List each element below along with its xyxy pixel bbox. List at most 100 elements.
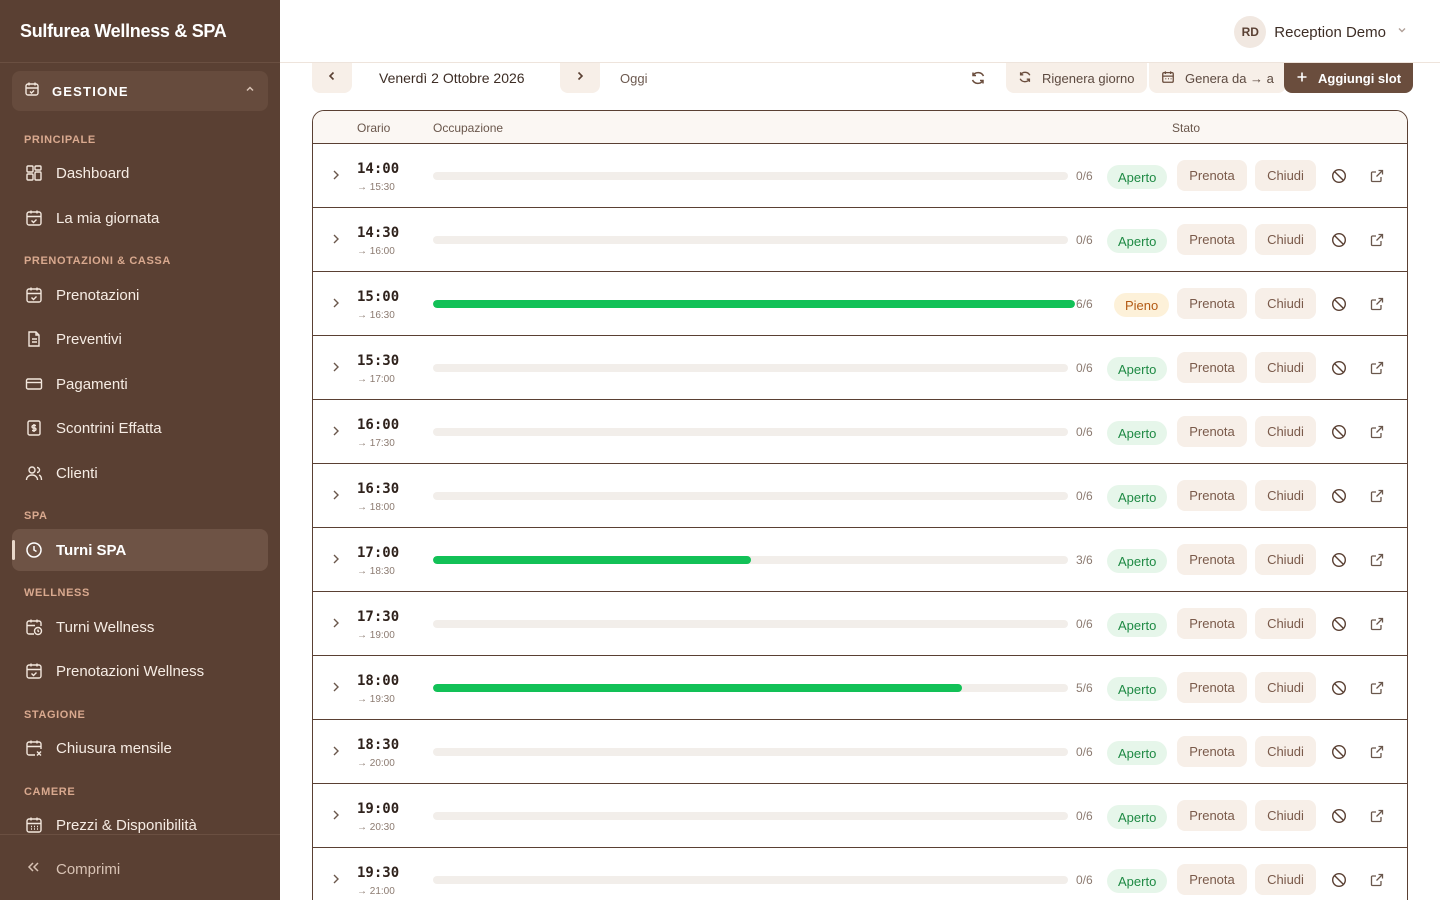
block-icon[interactable] bbox=[1329, 486, 1349, 506]
book-button[interactable]: Prenota bbox=[1177, 864, 1247, 895]
sidebar-item-clienti[interactable]: Clienti bbox=[12, 452, 268, 494]
sidebar-item-pagamenti[interactable]: Pagamenti bbox=[12, 363, 268, 405]
chevron-right-icon[interactable] bbox=[329, 616, 343, 635]
status-badge: Aperto bbox=[1107, 357, 1168, 381]
divider bbox=[0, 834, 280, 835]
sidebar-item-turni-spa[interactable]: Turni SPA bbox=[12, 529, 268, 571]
close-slot-button[interactable]: Chiudi bbox=[1255, 544, 1316, 575]
book-button[interactable]: Prenota bbox=[1177, 800, 1247, 831]
block-icon[interactable] bbox=[1329, 166, 1349, 186]
sidebar-item-turni-wellness[interactable]: Turni Wellness bbox=[12, 606, 268, 648]
occupancy-bar bbox=[433, 748, 1068, 756]
section-toggle-gestione[interactable]: GESTIONE bbox=[12, 71, 268, 111]
sidebar-item-scontrini[interactable]: Scontrini Effatta bbox=[12, 407, 268, 449]
brand-logo-text[interactable]: Sulfurea Wellness & SPA bbox=[20, 21, 227, 42]
close-slot-button[interactable]: Chiudi bbox=[1255, 864, 1316, 895]
chevron-right-icon[interactable] bbox=[329, 360, 343, 379]
add-slot-button[interactable]: Aggiungi slot bbox=[1284, 63, 1414, 93]
sidebar-item-label: Dashboard bbox=[56, 164, 130, 182]
external-link-icon[interactable] bbox=[1367, 742, 1387, 762]
block-icon[interactable] bbox=[1329, 422, 1349, 442]
external-link-icon[interactable] bbox=[1367, 230, 1387, 250]
chevron-right-icon[interactable] bbox=[329, 424, 343, 443]
chevron-right-icon[interactable] bbox=[329, 872, 343, 891]
occupancy-bar bbox=[433, 684, 1068, 692]
external-link-icon[interactable] bbox=[1367, 422, 1387, 442]
external-link-icon[interactable] bbox=[1367, 358, 1387, 378]
sidebar-item-chiusura[interactable]: Chiusura mensile bbox=[12, 727, 268, 769]
close-slot-button[interactable]: Chiudi bbox=[1255, 608, 1316, 639]
sidebar-item-label: Pagamenti bbox=[56, 375, 128, 393]
book-button[interactable]: Prenota bbox=[1177, 160, 1247, 191]
book-button[interactable]: Prenota bbox=[1177, 608, 1247, 639]
close-slot-button[interactable]: Chiudi bbox=[1255, 160, 1316, 191]
external-link-icon[interactable] bbox=[1367, 614, 1387, 634]
chevron-right-icon[interactable] bbox=[329, 168, 343, 187]
block-icon[interactable] bbox=[1329, 358, 1349, 378]
chevron-right-icon[interactable] bbox=[329, 808, 343, 827]
user-menu[interactable]: RD Reception Demo bbox=[1234, 16, 1408, 48]
book-button[interactable]: Prenota bbox=[1177, 544, 1247, 575]
block-icon[interactable] bbox=[1329, 870, 1349, 890]
external-link-icon[interactable] bbox=[1367, 870, 1387, 890]
today-button[interactable]: Oggi bbox=[620, 71, 647, 86]
slot-end-time: → 17:00 bbox=[357, 374, 395, 385]
close-slot-button[interactable]: Chiudi bbox=[1255, 480, 1316, 511]
book-button[interactable]: Prenota bbox=[1177, 288, 1247, 319]
chevron-right-icon[interactable] bbox=[329, 296, 343, 315]
grid-icon bbox=[24, 163, 44, 183]
block-icon[interactable] bbox=[1329, 678, 1349, 698]
next-day-button[interactable] bbox=[560, 63, 600, 93]
book-button[interactable]: Prenota bbox=[1177, 672, 1247, 703]
chevron-right-icon[interactable] bbox=[329, 744, 343, 763]
block-icon[interactable] bbox=[1329, 294, 1349, 314]
close-slot-button[interactable]: Chiudi bbox=[1255, 224, 1316, 255]
occupancy-bar bbox=[433, 172, 1068, 180]
status-badge: Aperto bbox=[1107, 805, 1168, 829]
sidebar-item-giornata[interactable]: La mia giornata bbox=[12, 197, 268, 239]
generate-range-button[interactable]: Genera da → a bbox=[1149, 63, 1286, 93]
book-button[interactable]: Prenota bbox=[1177, 736, 1247, 767]
chevron-right-icon[interactable] bbox=[329, 552, 343, 571]
external-link-icon[interactable] bbox=[1367, 166, 1387, 186]
table-row: 19:30 → 21:00 0/6 Aperto Prenota Chiudi bbox=[313, 848, 1407, 900]
table-row: 19:00 → 20:30 0/6 Aperto Prenota Chiudi bbox=[313, 784, 1407, 848]
block-icon[interactable] bbox=[1329, 614, 1349, 634]
external-link-icon[interactable] bbox=[1367, 678, 1387, 698]
close-slot-button[interactable]: Chiudi bbox=[1255, 800, 1316, 831]
book-button[interactable]: Prenota bbox=[1177, 416, 1247, 447]
sidebar-item-dashboard[interactable]: Dashboard bbox=[12, 152, 268, 194]
chevron-right-icon[interactable] bbox=[329, 488, 343, 507]
external-link-icon[interactable] bbox=[1367, 486, 1387, 506]
sidebar-item-preventivi[interactable]: Preventivi bbox=[12, 318, 268, 360]
external-link-icon[interactable] bbox=[1367, 550, 1387, 570]
calendar-check-icon bbox=[24, 208, 44, 228]
book-button[interactable]: Prenota bbox=[1177, 224, 1247, 255]
regenerate-day-button[interactable]: Rigenera giorno bbox=[1006, 63, 1147, 93]
close-slot-button[interactable]: Chiudi bbox=[1255, 416, 1316, 447]
external-link-icon[interactable] bbox=[1367, 806, 1387, 826]
sidebar-item-prezzi[interactable]: Prezzi & Disponibilità bbox=[12, 804, 268, 846]
close-slot-button[interactable]: Chiudi bbox=[1255, 352, 1316, 383]
table-row: 18:30 → 20:00 0/6 Aperto Prenota Chiudi bbox=[313, 720, 1407, 784]
block-icon[interactable] bbox=[1329, 550, 1349, 570]
chevron-right-icon[interactable] bbox=[329, 232, 343, 251]
close-slot-button[interactable]: Chiudi bbox=[1255, 736, 1316, 767]
block-icon[interactable] bbox=[1329, 742, 1349, 762]
refresh-icon[interactable] bbox=[966, 67, 990, 89]
close-slot-button[interactable]: Chiudi bbox=[1255, 672, 1316, 703]
book-button[interactable]: Prenota bbox=[1177, 352, 1247, 383]
table-row: 16:30 → 18:00 0/6 Aperto Prenota Chiudi bbox=[313, 464, 1407, 528]
book-button[interactable]: Prenota bbox=[1177, 480, 1247, 511]
block-icon[interactable] bbox=[1329, 230, 1349, 250]
collapse-sidebar-button[interactable]: Comprimi bbox=[24, 858, 120, 880]
block-icon[interactable] bbox=[1329, 806, 1349, 826]
occupancy-count: 0/6 bbox=[1076, 361, 1093, 375]
sidebar-item-prenotazioni-wellness[interactable]: Prenotazioni Wellness bbox=[12, 650, 268, 692]
close-slot-button[interactable]: Chiudi bbox=[1255, 288, 1316, 319]
prev-day-button[interactable] bbox=[312, 63, 352, 93]
user-name: Reception Demo bbox=[1274, 23, 1386, 41]
sidebar-item-prenotazioni[interactable]: Prenotazioni bbox=[12, 274, 268, 316]
external-link-icon[interactable] bbox=[1367, 294, 1387, 314]
chevron-right-icon[interactable] bbox=[329, 680, 343, 699]
